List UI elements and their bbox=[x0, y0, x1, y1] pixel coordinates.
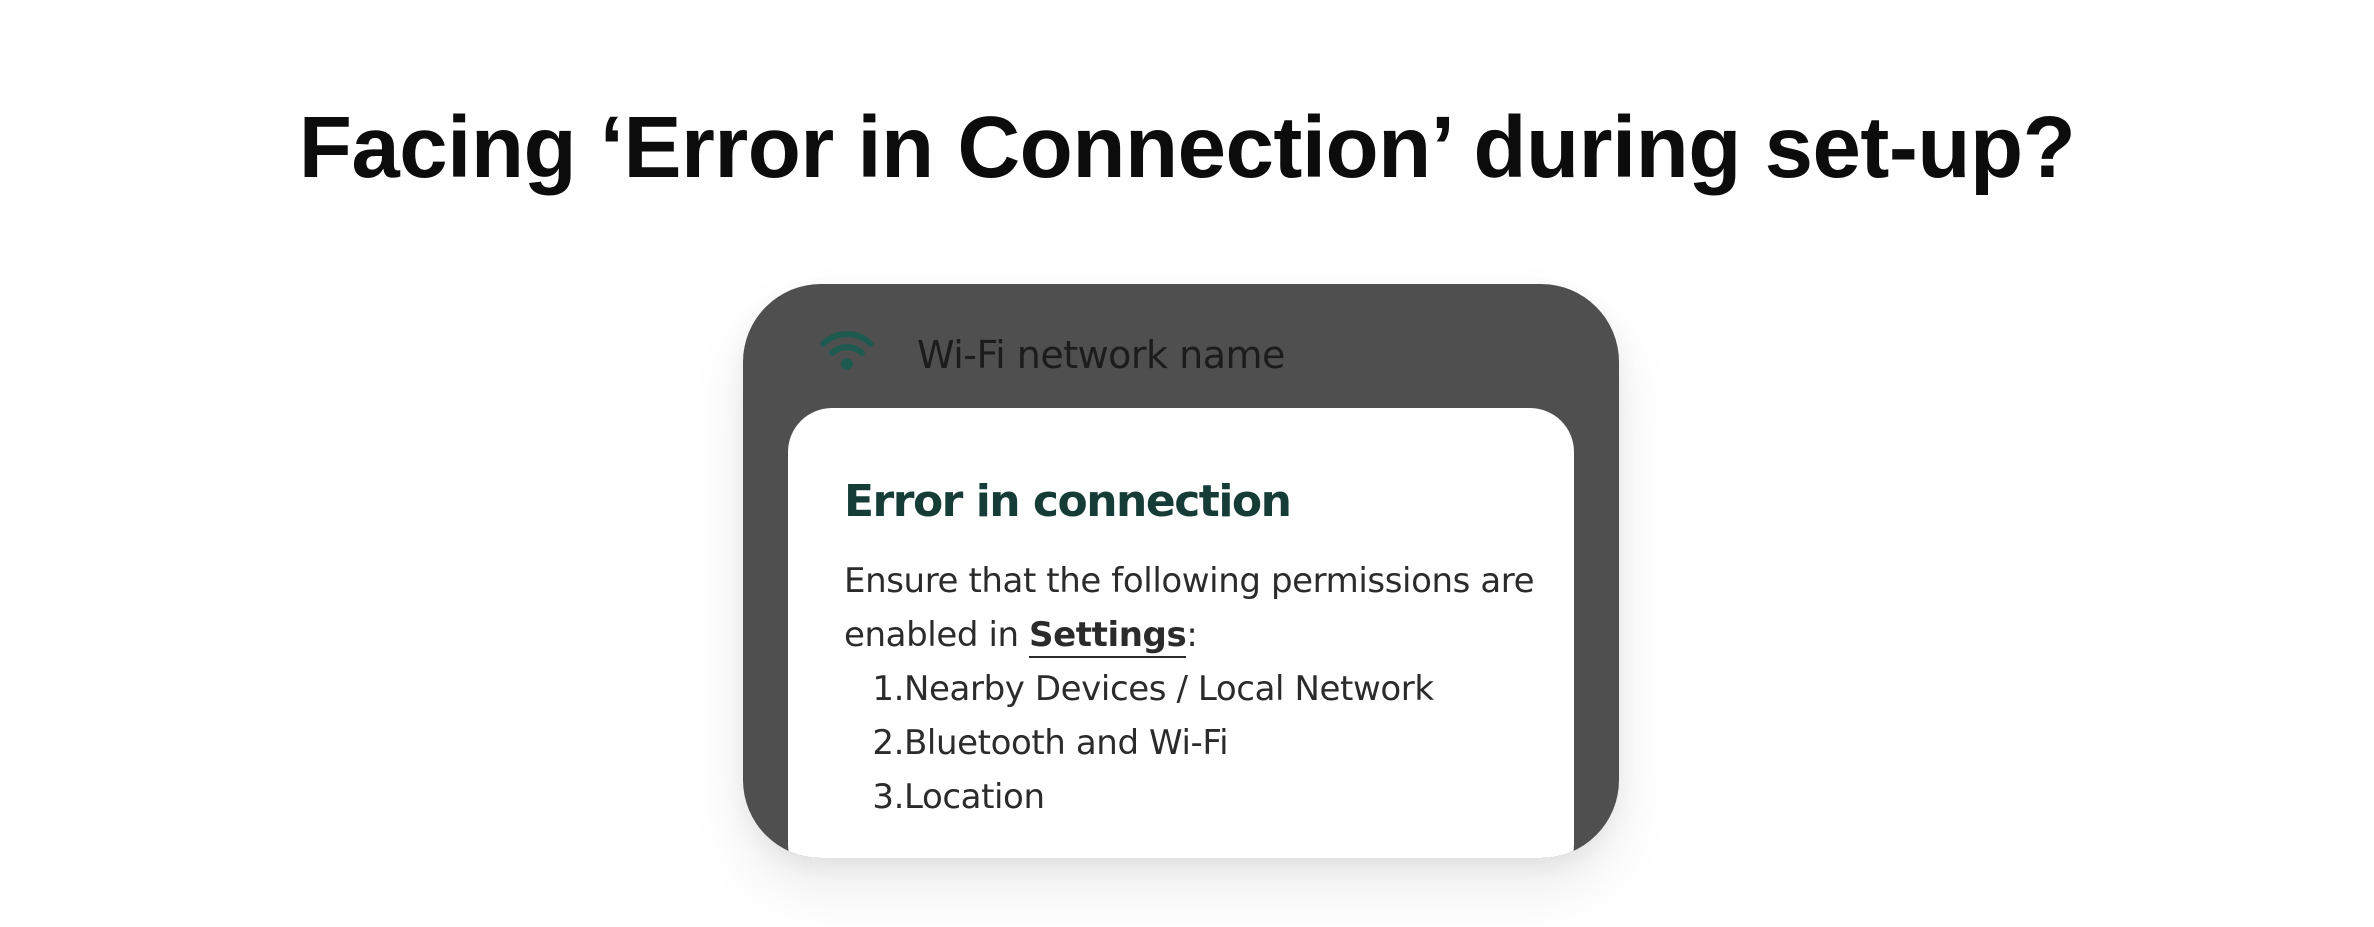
error-dialog: Error in connection Ensure that the foll… bbox=[788, 408, 1574, 858]
page-headline: Facing ‘Error in Connection’ during set-… bbox=[298, 99, 2076, 196]
wifi-network-name: Wi-Fi network name bbox=[917, 333, 1285, 377]
wifi-icon bbox=[819, 328, 875, 372]
list-item: 1. Nearby Devices / Local Network bbox=[844, 662, 1434, 716]
dialog-message: Ensure that the following permissions ar… bbox=[844, 554, 1544, 662]
list-item: 3. Location bbox=[844, 770, 1434, 824]
settings-link[interactable]: Settings bbox=[1029, 615, 1187, 658]
dialog-message-suffix: : bbox=[1186, 615, 1198, 655]
list-item: 2. Bluetooth and Wi-Fi bbox=[844, 716, 1434, 770]
phone-screen-card: Wi-Fi network name Error in connection E… bbox=[743, 284, 1619, 858]
list-item-label: Nearby Devices / Local Network bbox=[904, 669, 1434, 709]
list-item-number: 2. bbox=[872, 723, 904, 763]
list-item-label: Bluetooth and Wi-Fi bbox=[904, 723, 1229, 763]
dialog-title: Error in connection bbox=[844, 476, 1292, 527]
list-item-number: 3. bbox=[872, 777, 904, 817]
permissions-list: 1. Nearby Devices / Local Network 2. Blu… bbox=[844, 662, 1434, 824]
wifi-network-row[interactable]: Wi-Fi network name bbox=[743, 284, 1619, 408]
list-item-number: 1. bbox=[872, 669, 904, 709]
list-item-label: Location bbox=[904, 777, 1045, 817]
